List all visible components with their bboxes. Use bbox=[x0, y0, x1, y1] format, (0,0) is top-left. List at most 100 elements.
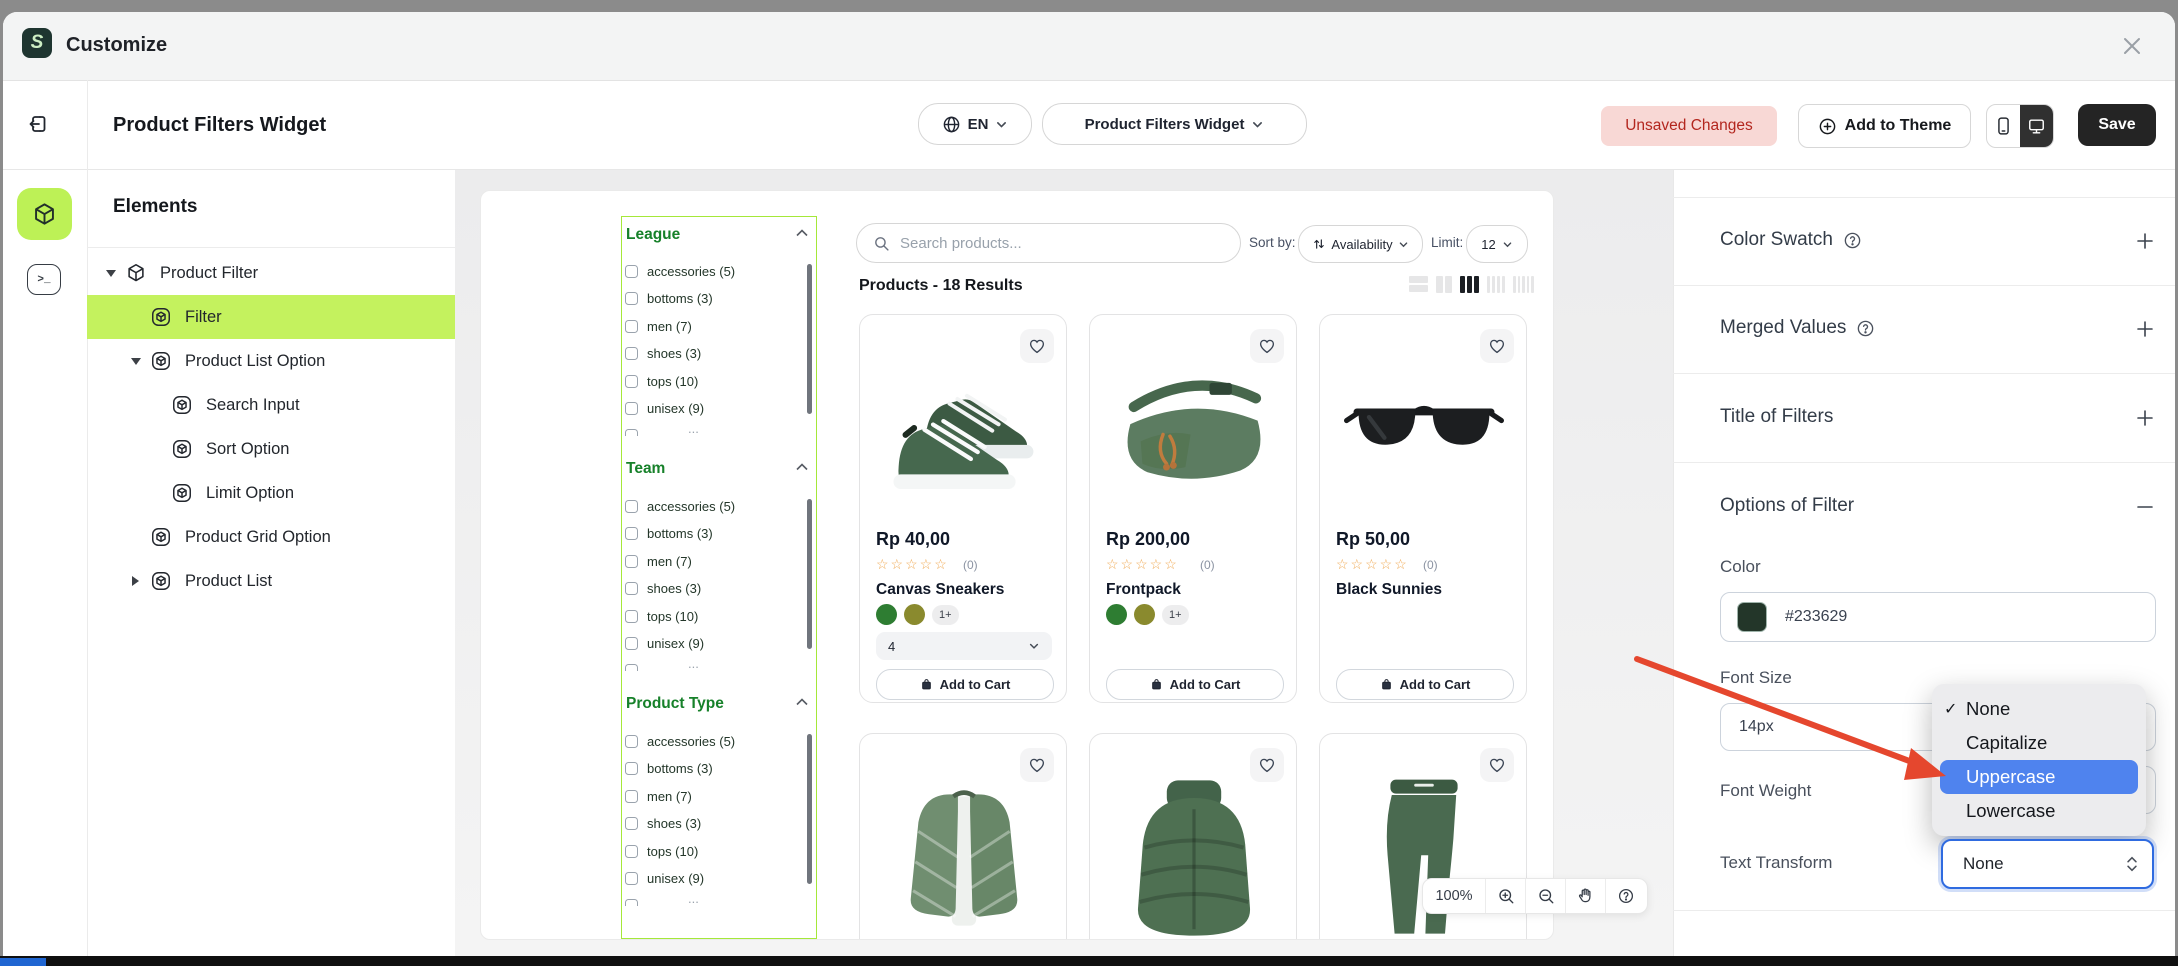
caret-down-icon[interactable] bbox=[131, 358, 141, 365]
zoom-out-icon[interactable] bbox=[1526, 879, 1565, 913]
scrollbar-thumb[interactable] bbox=[807, 264, 812, 414]
scrollbar-thumb[interactable] bbox=[807, 734, 812, 884]
section-color-swatch[interactable]: Color Swatch bbox=[1720, 229, 1862, 251]
product-search-input[interactable]: Search products... bbox=[856, 223, 1241, 263]
filter-option-label[interactable]: tops (10) bbox=[647, 844, 698, 859]
checkbox[interactable] bbox=[625, 265, 638, 278]
collapse-minus-icon[interactable] bbox=[2134, 496, 2156, 518]
tree-item-product-filter[interactable]: Product Filter bbox=[87, 251, 455, 295]
scrollbar-thumb[interactable] bbox=[807, 499, 812, 649]
green-swatch[interactable] bbox=[1106, 604, 1127, 625]
filter-option-label[interactable]: shoes (3) bbox=[647, 581, 701, 596]
filter-option-label[interactable]: accessories (5) bbox=[647, 734, 735, 749]
more-swatches-badge[interactable]: 1+ bbox=[932, 604, 959, 625]
olive-swatch[interactable] bbox=[904, 604, 925, 625]
expand-plus-icon[interactable] bbox=[2134, 407, 2156, 429]
menu-option-uppercase[interactable]: Uppercase bbox=[1932, 760, 2146, 794]
chevron-up-icon[interactable] bbox=[796, 463, 808, 471]
checkbox[interactable] bbox=[625, 402, 638, 415]
tree-item-product-list[interactable]: Product List bbox=[87, 559, 455, 603]
checkbox[interactable] bbox=[625, 582, 638, 595]
checkbox[interactable] bbox=[625, 500, 638, 513]
add-to-cart-button[interactable]: Add to Cart bbox=[1106, 669, 1284, 700]
variant-select[interactable]: 4 bbox=[876, 632, 1052, 660]
expand-plus-icon[interactable] bbox=[2134, 230, 2156, 252]
pan-hand-icon[interactable] bbox=[1566, 879, 1605, 913]
section-options-of-filter[interactable]: Options of Filter bbox=[1720, 495, 1854, 517]
tree-item-limit-option[interactable]: Limit Option bbox=[87, 471, 455, 515]
chevron-up-icon[interactable] bbox=[796, 698, 808, 706]
filter-option-label[interactable]: tops (10) bbox=[647, 609, 698, 624]
help-circle-icon[interactable] bbox=[1843, 231, 1862, 250]
add-to-cart-button[interactable]: Add to Cart bbox=[876, 669, 1054, 700]
filter-option-label[interactable]: unisex (9) bbox=[647, 871, 704, 886]
checkbox[interactable] bbox=[625, 637, 638, 650]
language-dropdown[interactable]: EN bbox=[918, 103, 1032, 145]
grid-2col-icon[interactable] bbox=[1436, 276, 1452, 293]
zoom-in-icon[interactable] bbox=[1486, 879, 1525, 913]
add-to-cart-button[interactable]: Add to Cart bbox=[1336, 669, 1514, 700]
add-to-theme-button[interactable]: Add to Theme bbox=[1798, 104, 1971, 148]
grid-3col-icon[interactable] bbox=[1460, 276, 1479, 293]
section-title-of-filters[interactable]: Title of Filters bbox=[1720, 406, 1833, 428]
filter-option-label[interactable]: bottoms (3) bbox=[647, 761, 713, 776]
checkbox[interactable] bbox=[625, 817, 638, 830]
save-button[interactable]: Save bbox=[2078, 104, 2156, 146]
tree-item-product-grid-option[interactable]: Product Grid Option bbox=[87, 515, 455, 559]
filter-option-label[interactable]: unisex (9) bbox=[647, 636, 704, 651]
checkbox[interactable] bbox=[625, 527, 638, 540]
checkbox[interactable] bbox=[625, 790, 638, 803]
product-card[interactable] bbox=[1089, 733, 1297, 939]
help-icon[interactable] bbox=[1606, 879, 1645, 913]
tree-item-search-input[interactable]: Search Input bbox=[87, 383, 455, 427]
menu-option-capitalize[interactable]: Capitalize bbox=[1932, 726, 2146, 760]
filter-option-label[interactable]: bottoms (3) bbox=[647, 291, 713, 306]
checkbox[interactable] bbox=[625, 735, 638, 748]
console-tab-button[interactable]: >_ bbox=[27, 264, 61, 295]
chevron-up-icon[interactable] bbox=[796, 229, 808, 237]
green-swatch[interactable] bbox=[876, 604, 897, 625]
product-card[interactable]: Rp 200,00 ☆☆☆☆☆ (0) Frontpack 1+ Add to … bbox=[1089, 314, 1297, 703]
product-card[interactable] bbox=[859, 733, 1067, 939]
filter-option-label[interactable]: men (7) bbox=[647, 554, 692, 569]
checkbox[interactable] bbox=[625, 762, 638, 775]
color-swatch-preview[interactable] bbox=[1737, 602, 1767, 632]
filter-option-label[interactable]: men (7) bbox=[647, 319, 692, 334]
product-card[interactable]: Rp 40,00 ☆☆☆☆☆ (0) Canvas Sneakers 1+ 4 … bbox=[859, 314, 1067, 703]
tree-item-sort-option[interactable]: Sort Option bbox=[87, 427, 455, 471]
wishlist-heart-button[interactable] bbox=[1020, 329, 1054, 363]
help-circle-icon[interactable] bbox=[1856, 319, 1875, 338]
list-view-icon[interactable] bbox=[1409, 276, 1428, 293]
checkbox[interactable] bbox=[625, 845, 638, 858]
filter-option-label[interactable]: men (7) bbox=[647, 789, 692, 804]
filter-option-label[interactable]: shoes (3) bbox=[647, 816, 701, 831]
limit-dropdown[interactable]: 12 bbox=[1466, 225, 1528, 263]
tree-item-filter[interactable]: Filter bbox=[87, 295, 455, 339]
menu-option-none[interactable]: ✓ None bbox=[1932, 692, 2146, 726]
checkbox[interactable] bbox=[625, 347, 638, 360]
sort-dropdown[interactable]: Availability bbox=[1298, 225, 1423, 263]
filter-option-label[interactable]: shoes (3) bbox=[647, 346, 701, 361]
olive-swatch[interactable] bbox=[1134, 604, 1155, 625]
menu-option-lowercase[interactable]: Lowercase bbox=[1932, 794, 2146, 828]
filter-option-label[interactable]: tops (10) bbox=[647, 374, 698, 389]
checkbox[interactable] bbox=[625, 292, 638, 305]
widget-selector-dropdown[interactable]: Product Filters Widget bbox=[1042, 103, 1307, 145]
close-icon[interactable] bbox=[2116, 30, 2148, 62]
tree-item-product-list-option[interactable]: Product List Option bbox=[87, 339, 455, 383]
color-input[interactable]: #233629 bbox=[1720, 592, 2156, 642]
elements-tab-button[interactable] bbox=[17, 188, 72, 240]
checkbox[interactable] bbox=[625, 320, 638, 333]
checkbox[interactable] bbox=[625, 610, 638, 623]
exit-editor-icon[interactable] bbox=[24, 110, 52, 138]
wishlist-heart-button[interactable] bbox=[1480, 329, 1514, 363]
filter-option-label[interactable]: accessories (5) bbox=[647, 499, 735, 514]
grid-4col-icon[interactable] bbox=[1487, 276, 1505, 293]
checkbox[interactable] bbox=[625, 872, 638, 885]
caret-down-icon[interactable] bbox=[106, 270, 116, 277]
grid-5col-icon[interactable] bbox=[1513, 276, 1534, 293]
expand-plus-icon[interactable] bbox=[2134, 318, 2156, 340]
text-transform-select[interactable]: None bbox=[1941, 839, 2154, 889]
more-swatches-badge[interactable]: 1+ bbox=[1162, 604, 1189, 625]
filter-option-label[interactable]: bottoms (3) bbox=[647, 526, 713, 541]
